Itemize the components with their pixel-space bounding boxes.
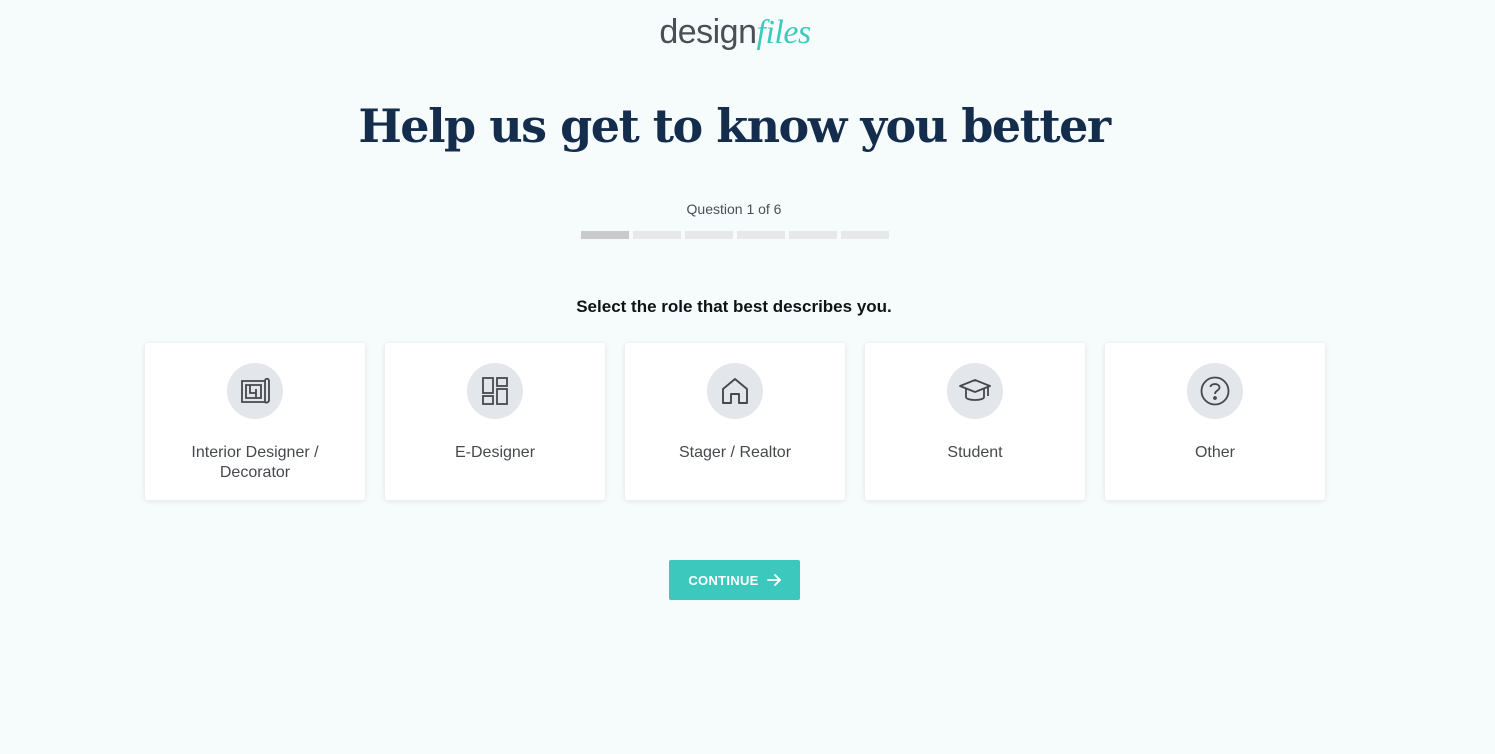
role-label: E-Designer — [454, 444, 536, 461]
logo-part-design: design — [659, 13, 757, 51]
role-card-interior-designer[interactable]: Interior Designer / Decorator — [145, 343, 365, 500]
page-title: Help us get to know you better — [358, 99, 1111, 153]
role-label: Stager / Realtor — [678, 444, 792, 461]
graduation-cap-icon — [959, 379, 991, 401]
role-card-e-designer[interactable]: E-Designer — [385, 343, 605, 500]
role-card-student[interactable]: Student — [865, 343, 1085, 500]
role-card-other[interactable]: Other — [1105, 343, 1325, 500]
brand-logo: designfiles — [0, 12, 1470, 53]
continue-button[interactable]: CONTINUE — [669, 560, 800, 600]
role-label: Interior Designer / Decorator — [191, 444, 319, 481]
progress-segment — [633, 231, 681, 239]
house-icon — [722, 378, 748, 404]
icon-circle — [467, 363, 523, 419]
question-prompt: Select the role that best describes you. — [576, 297, 892, 316]
progress-segment — [737, 231, 785, 239]
blueprint-icon — [241, 377, 270, 404]
arrow-right-icon — [766, 574, 781, 586]
icon-circle — [1187, 363, 1243, 419]
role-label: Student — [947, 444, 1003, 461]
progress-segment — [789, 231, 837, 239]
onboarding-page: designfiles Help us get to know you bett… — [0, 0, 1495, 754]
progress-segment — [685, 231, 733, 239]
progress-bar — [581, 231, 889, 239]
question-circle-icon — [1200, 376, 1230, 406]
layout-grid-icon — [482, 377, 508, 405]
icon-circle — [707, 363, 763, 419]
icon-circle — [227, 363, 283, 419]
progress-segment — [841, 231, 889, 239]
role-card-stager-realtor[interactable]: Stager / Realtor — [625, 343, 845, 500]
logo-part-files: files — [756, 14, 812, 51]
progress-segment — [581, 231, 629, 239]
continue-label: CONTINUE — [688, 572, 759, 588]
icon-circle — [947, 363, 1003, 419]
role-options: Interior Designer / Decorator E-Designer… — [145, 343, 1325, 500]
question-counter: Question 1 of 6 — [686, 201, 782, 217]
role-label: Other — [1194, 444, 1235, 461]
